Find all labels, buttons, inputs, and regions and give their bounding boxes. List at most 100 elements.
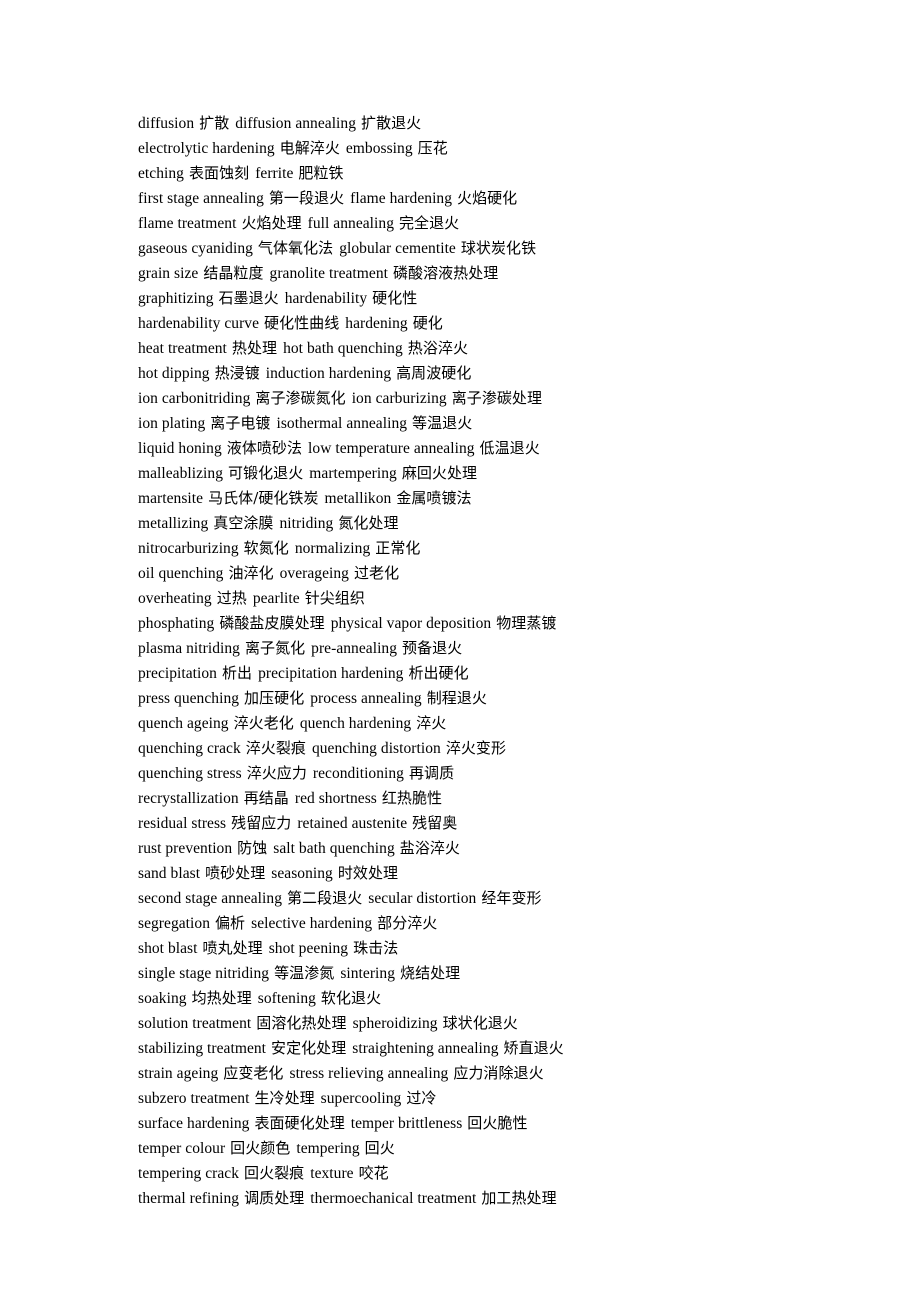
glossary-line: electrolytic hardening 电解淬火 embossing 压花: [138, 136, 838, 161]
term-english: thermal refining: [138, 1190, 240, 1207]
glossary-line: surface hardening 表面硬化处理 temper brittlenes…: [138, 1111, 838, 1136]
term-english: diffusion annealing: [235, 115, 357, 132]
term-english: metallizing: [138, 515, 209, 532]
term-chinese: 热处理: [231, 339, 278, 357]
term-english: electrolytic hardening: [138, 140, 275, 157]
term-english: physical vapor deposition: [330, 615, 492, 632]
term-english: thermoechanical treatment: [310, 1190, 477, 1207]
term-chinese: 结晶粒度: [203, 264, 264, 282]
term-chinese: 淬火裂痕: [245, 739, 306, 757]
term-chinese: 预备退火: [402, 639, 463, 657]
term-chinese: 金属喷镀法: [396, 489, 472, 507]
term-chinese: 正常化: [375, 539, 421, 557]
term-english: ion plating: [138, 415, 206, 432]
term-chinese: 离子氮化: [244, 639, 306, 657]
term-english: precipitation: [138, 665, 217, 682]
term-english: sand blast: [138, 865, 201, 882]
term-chinese: 再调质: [409, 764, 455, 782]
glossary-line: heat treatment 热处理 hot bath quenching 热浴淬火: [138, 336, 838, 361]
term-english: seasoning: [271, 865, 333, 882]
term-chinese: 红热脆性: [381, 789, 443, 807]
term-chinese: 硬化性曲线: [264, 314, 340, 332]
term-chinese: 偏析: [215, 914, 246, 932]
term-english: process annealing: [310, 690, 422, 707]
term-english: graphitizing: [138, 290, 214, 307]
term-chinese: 可锻化退火: [228, 464, 304, 482]
term-english: granolite treatment: [269, 265, 388, 282]
term-chinese: 气体氧化法: [257, 239, 334, 257]
glossary-line: rust prevention 防蚀 salt bath quenching 盐浴淬火: [138, 836, 838, 861]
glossary-line: stabilizing treatment 安定化处理 straightening …: [138, 1036, 838, 1061]
term-english: martensite: [138, 490, 204, 507]
term-chinese: 析出硬化: [408, 664, 469, 682]
term-chinese: 咬花: [358, 1164, 389, 1182]
term-english: nitriding: [279, 515, 334, 532]
term-chinese: 液体喷砂法: [226, 439, 303, 457]
term-chinese: 油淬化: [228, 564, 274, 582]
term-english: pearlite: [252, 590, 300, 607]
term-english: reconditioning: [312, 765, 404, 782]
term-chinese: 肥粒铁: [298, 164, 344, 182]
term-chinese: 制程退火: [426, 689, 487, 707]
term-chinese: 过冷: [406, 1089, 437, 1107]
term-chinese: 回火裂痕: [244, 1164, 305, 1182]
term-english: segregation: [138, 915, 210, 932]
term-english: ion carbonitriding: [138, 390, 251, 407]
glossary-line: oil quenching 油淬化 overageing 过老化: [138, 561, 838, 586]
glossary-line: grain size 结晶粒度 granolite treatment 磷酸溶液热处理: [138, 261, 838, 286]
term-english: second stage annealing: [138, 890, 282, 907]
term-english: quenching stress: [138, 765, 242, 782]
term-chinese: 生冷处理: [254, 1089, 315, 1107]
glossary-line: plasma nitriding 离子氮化 pre-annealing 预备退火: [138, 636, 838, 661]
term-english: first stage annealing: [138, 190, 264, 207]
term-chinese: 热浸镀: [214, 364, 260, 382]
term-english: globular cementite: [339, 240, 456, 257]
term-english: normalizing: [294, 540, 371, 557]
term-english: shot peening: [268, 940, 349, 957]
term-english: tempering crack: [138, 1165, 240, 1182]
term-english: heat treatment: [138, 340, 227, 357]
term-chinese: 扩散: [199, 114, 230, 132]
term-chinese: 硬化: [412, 314, 443, 332]
term-chinese: 低温退火: [479, 439, 540, 457]
glossary-line: first stage annealing 第一段退火 flame hardenin…: [138, 186, 838, 211]
term-chinese: 淬火老化: [233, 714, 294, 732]
term-english: nitrocarburizing: [138, 540, 239, 557]
term-chinese: 离子电镀: [210, 414, 271, 432]
term-chinese: 时效处理: [337, 864, 399, 882]
term-english: overheating: [138, 590, 212, 607]
term-english: hardenability curve: [138, 315, 260, 332]
term-chinese: 针尖组织: [304, 589, 365, 607]
term-english: retained austenite: [297, 815, 408, 832]
term-chinese: 过老化: [353, 564, 400, 582]
term-english: flame treatment: [138, 215, 237, 232]
term-chinese: 防蚀: [237, 839, 268, 857]
glossary-line: segregation 偏析 selective hardening 部分淬火: [138, 911, 838, 936]
term-english: quench hardening: [299, 715, 412, 732]
term-chinese: 矫直退火: [503, 1039, 564, 1057]
term-chinese: 加压硬化: [244, 689, 305, 707]
glossary-list: diffusion 扩散 diffusion annealing 扩散退火 electr…: [138, 111, 838, 1211]
glossary-line: shot blast 喷丸处理 shot peening 珠击法: [138, 936, 838, 961]
term-english: stabilizing treatment: [138, 1040, 267, 1057]
glossary-line: solution treatment 固溶化热处理 spheroidizing 球状化…: [138, 1011, 838, 1036]
term-english: hot dipping: [138, 365, 210, 382]
glossary-line: temper colour 回火颜色 tempering 回火: [138, 1136, 838, 1161]
term-chinese: 淬火应力: [246, 764, 307, 782]
term-chinese: 应力消除退火: [453, 1064, 544, 1082]
term-chinese: 扩散退火: [361, 114, 422, 132]
term-chinese: 马氏体/硬化铁炭: [208, 489, 319, 507]
term-english: metallikon: [324, 490, 392, 507]
term-chinese: 热浴淬火: [407, 339, 468, 357]
glossary-line: graphitizing 石墨退火 hardenability 硬化性: [138, 286, 838, 311]
term-chinese: 喷砂处理: [205, 864, 266, 882]
term-chinese: 析出: [221, 664, 253, 682]
term-english: diffusion: [138, 115, 195, 132]
term-chinese: 软氮化: [243, 539, 289, 557]
term-chinese: 离子渗碳氮化: [255, 389, 346, 407]
glossary-line: liquid honing 液体喷砂法 low temperature anneal…: [138, 436, 838, 461]
term-chinese: 残留应力: [231, 814, 292, 832]
term-english: phosphating: [138, 615, 215, 632]
glossary-line: soaking 均热处理 softening 软化退火: [138, 986, 838, 1011]
glossary-line: flame treatment 火焰处理 full annealing 完全退火: [138, 211, 838, 236]
